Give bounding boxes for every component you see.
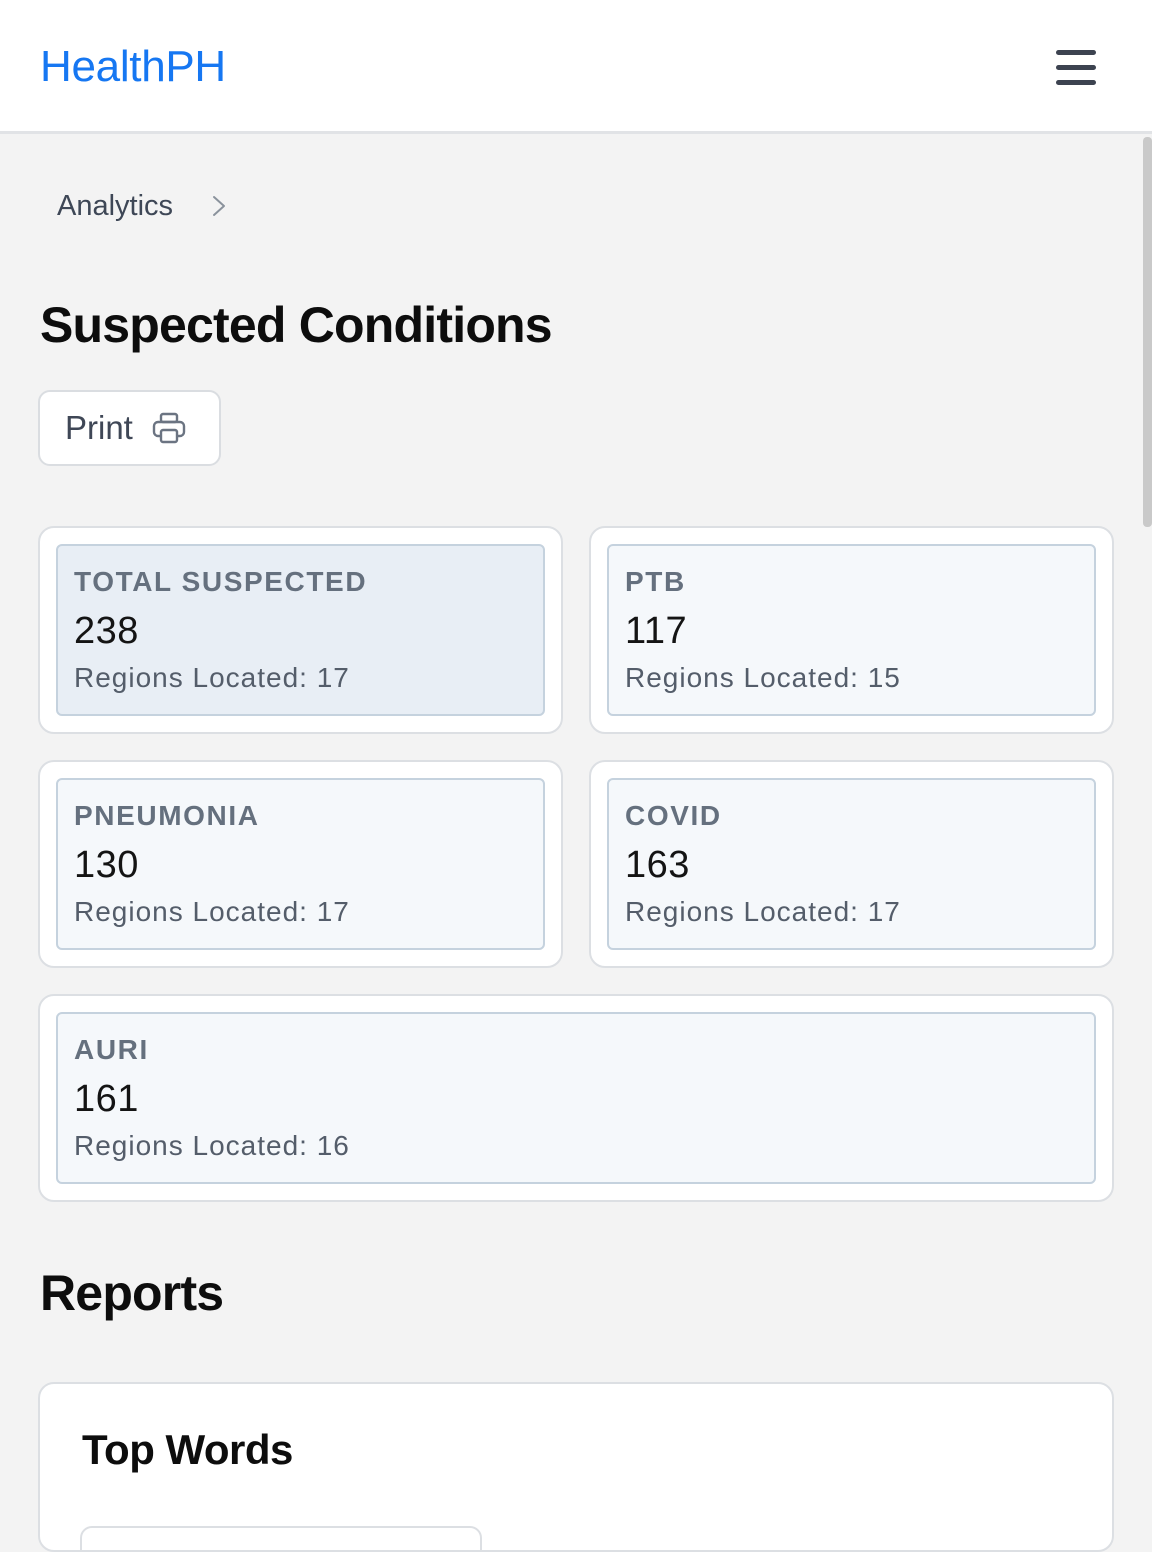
hamburger-menu-icon[interactable] — [1052, 46, 1100, 90]
top-navbar: HealthPH — [0, 0, 1152, 134]
condition-label: PNEUMONIA — [74, 800, 260, 831]
condition-card-auri[interactable]: AURI 161 Regions Located: 16 — [38, 994, 1114, 1202]
condition-label: PTB — [625, 566, 686, 597]
condition-count: 161 — [74, 1078, 139, 1120]
regions-located: Regions Located: 17 — [74, 896, 350, 927]
regions-located: Regions Located: 17 — [74, 662, 350, 693]
breadcrumb: Analytics — [57, 186, 229, 226]
breadcrumb-item-analytics[interactable]: Analytics — [57, 190, 173, 223]
chevron-right-icon — [213, 196, 226, 216]
top-words-title: Top Words — [82, 1426, 293, 1473]
section-title-reports: Reports — [40, 1265, 224, 1321]
condition-label: AURI — [74, 1034, 149, 1065]
top-words-content — [80, 1526, 482, 1550]
scrollbar-thumb[interactable] — [1143, 137, 1152, 527]
condition-count: 163 — [625, 844, 690, 886]
condition-card-body: PTB 117 Regions Located: 15 — [607, 544, 1096, 716]
condition-card-ptb[interactable]: PTB 117 Regions Located: 15 — [589, 526, 1114, 734]
condition-count: 117 — [625, 610, 688, 652]
top-words-card: Top Words — [38, 1382, 1114, 1552]
regions-located: Regions Located: 16 — [74, 1130, 350, 1161]
page-title: Suspected Conditions — [40, 297, 553, 353]
condition-card-pneumonia[interactable]: PNEUMONIA 130 Regions Located: 17 — [38, 760, 563, 968]
condition-count: 130 — [74, 844, 139, 886]
condition-card-total-suspected[interactable]: TOTAL SUSPECTED 238 Regions Located: 17 — [38, 526, 563, 734]
printer-icon — [152, 412, 186, 444]
condition-label: TOTAL SUSPECTED — [74, 566, 368, 597]
print-button-label: Print — [65, 409, 133, 446]
condition-card-body: COVID 163 Regions Located: 17 — [607, 778, 1096, 950]
condition-count: 238 — [74, 610, 139, 652]
print-button[interactable]: Print — [38, 390, 221, 466]
condition-card-body: TOTAL SUSPECTED 238 Regions Located: 17 — [56, 544, 545, 716]
condition-card-body: AURI 161 Regions Located: 16 — [56, 1012, 1096, 1184]
condition-card-covid[interactable]: COVID 163 Regions Located: 17 — [589, 760, 1114, 968]
condition-label: COVID — [625, 800, 722, 831]
regions-located: Regions Located: 15 — [625, 662, 901, 693]
condition-card-body: PNEUMONIA 130 Regions Located: 17 — [56, 778, 545, 950]
regions-located: Regions Located: 17 — [625, 896, 901, 927]
brand-logo[interactable]: HealthPH — [40, 42, 226, 92]
